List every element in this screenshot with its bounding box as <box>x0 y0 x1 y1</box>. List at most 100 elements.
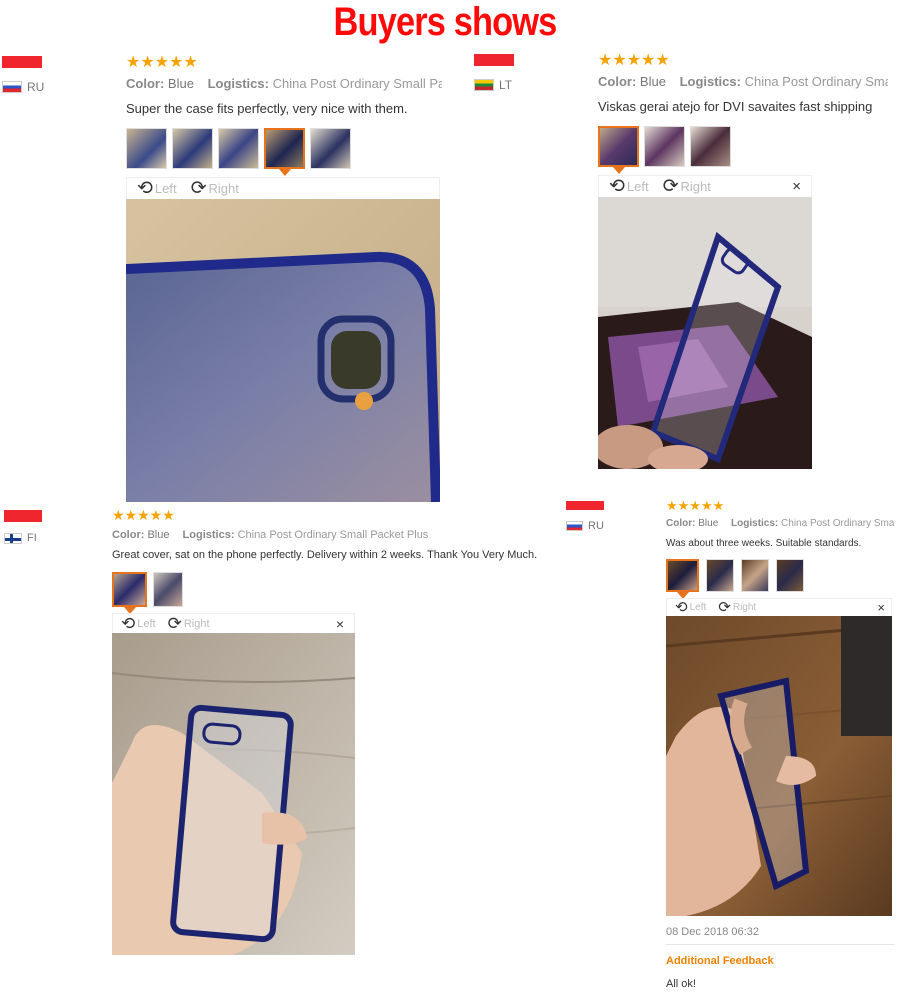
rotate-left-button[interactable]: ⟲ Left <box>137 179 177 198</box>
rotate-right-button[interactable]: ⟳ Right <box>168 615 210 632</box>
phone-case-photo <box>112 633 355 955</box>
rotate-right-icon: ⟳ <box>718 599 731 616</box>
logistics-value: China Post Ordinary Small Packet Plus <box>237 529 429 541</box>
review-text: Great cover, sat on the phone perfectly.… <box>112 549 538 561</box>
photo-thumbnail[interactable] <box>644 126 685 167</box>
close-icon[interactable]: × <box>877 600 885 615</box>
close-icon[interactable]: × <box>336 616 344 632</box>
image-toolbar: ⟲ Left ⟳ Right × <box>666 598 892 616</box>
photo-thumbnail-selected[interactable] <box>598 126 639 174</box>
rotate-right-label: Right <box>208 181 239 196</box>
rotate-right-label: Right <box>183 617 210 630</box>
logistics-label: Logistics: <box>207 76 269 91</box>
rotate-right-button[interactable]: ⟳ Right <box>663 177 711 196</box>
country-code: RU <box>588 520 604 532</box>
color-value: Blue <box>147 529 170 541</box>
photo-thumbnail[interactable] <box>153 572 183 607</box>
country-flag-icon <box>474 79 494 91</box>
logistics-label: Logistics: <box>731 518 779 529</box>
star-rating: ★★★★★ <box>112 507 175 523</box>
country-flag-icon <box>2 81 22 93</box>
logistics-label: Logistics: <box>679 74 741 89</box>
photo-thumbnail[interactable] <box>310 128 351 169</box>
rotate-right-button[interactable]: ⟳ Right <box>718 600 756 615</box>
phone-case-photo <box>598 197 812 469</box>
photo-thumbnail-selected[interactable] <box>666 559 699 599</box>
review-photo <box>598 197 812 469</box>
rotate-left-icon: ⟲ <box>121 614 136 633</box>
rotate-left-label: Left <box>154 181 177 196</box>
phone-case-photo <box>126 199 440 502</box>
review-meta: Color: Blue Logistics: China Post Ordina… <box>666 518 895 529</box>
review-photo <box>666 616 892 916</box>
rotate-right-icon: ⟳ <box>167 614 182 633</box>
review-text: Viskas gerai atejo for DVI savaites fast… <box>598 99 873 114</box>
color-label: Color: <box>126 76 165 91</box>
photo-thumbnail[interactable] <box>218 128 259 169</box>
star-rating: ★★★★★ <box>598 52 670 69</box>
review-meta: Color: Blue Logistics: China Post Ordina… <box>126 76 442 91</box>
image-toolbar: ⟲ Left ⟳ Right × <box>112 613 355 633</box>
logistics-value: China Post Ordinary Small Pa <box>272 76 442 91</box>
photo-thumbnail-selected[interactable] <box>264 128 305 176</box>
page-title: Buyers shows <box>333 0 558 44</box>
color-value: Blue <box>167 76 194 91</box>
divider <box>666 944 894 945</box>
star-rating: ★★★★★ <box>666 498 725 513</box>
review-meta: Color: Blue Logistics: China Post Ordina… <box>598 74 888 89</box>
photo-thumbnails <box>666 559 804 599</box>
color-value: Blue <box>639 74 666 89</box>
rotate-right-button[interactable]: ⟳ Right <box>191 179 239 198</box>
additional-feedback-label: Additional Feedback <box>666 955 774 967</box>
photo-thumbnail-selected[interactable] <box>112 572 147 614</box>
color-label: Color: <box>666 518 696 529</box>
rotate-left-icon: ⟲ <box>137 178 153 199</box>
photo-thumbnail[interactable] <box>776 559 804 592</box>
logistics-label: Logistics: <box>182 529 235 541</box>
rotate-right-icon: ⟳ <box>662 176 679 197</box>
rotate-left-label: Left <box>689 602 707 613</box>
image-toolbar: ⟲ Left ⟳ Right × <box>598 175 812 197</box>
review-photo <box>126 199 440 502</box>
buyer-country: RU <box>2 80 44 94</box>
phone-case-photo <box>666 616 892 916</box>
rotate-left-icon: ⟲ <box>609 176 625 197</box>
rotate-right-icon: ⟳ <box>190 178 207 199</box>
photo-thumbnail[interactable] <box>126 128 167 169</box>
color-label: Color: <box>598 74 637 89</box>
photo-thumbnail[interactable] <box>690 126 731 167</box>
country-flag-icon <box>566 521 583 531</box>
image-toolbar: ⟲ Left ⟳ Right <box>126 177 440 199</box>
flag-bar <box>4 510 42 522</box>
logistics-value: China Post Ordinary Sma <box>781 518 895 529</box>
photo-thumbnail[interactable] <box>741 559 769 592</box>
flag-bar <box>566 501 604 510</box>
rotate-right-label: Right <box>680 179 711 194</box>
country-code: LT <box>499 78 513 92</box>
rotate-left-button[interactable]: ⟲ Left <box>609 177 649 196</box>
country-code: FI <box>27 532 37 544</box>
rotate-left-button[interactable]: ⟲ Left <box>675 600 706 615</box>
logistics-value: China Post Ordinary Sma <box>744 74 888 89</box>
rotate-left-button[interactable]: ⟲ Left <box>121 615 156 632</box>
close-icon[interactable]: × <box>792 178 801 195</box>
photo-thumbnail[interactable] <box>172 128 213 169</box>
rotate-left-label: Left <box>626 179 649 194</box>
additional-feedback-text: All ok! <box>666 978 696 990</box>
rotate-left-label: Left <box>137 617 156 630</box>
country-code: RU <box>27 80 45 94</box>
color-value: Blue <box>698 518 719 529</box>
review-photo <box>112 633 355 955</box>
rotate-left-icon: ⟲ <box>675 599 688 616</box>
country-flag-icon <box>4 532 22 544</box>
photo-thumbnail[interactable] <box>706 559 734 592</box>
flag-bar <box>474 54 514 66</box>
photo-thumbnails <box>112 572 183 614</box>
star-rating: ★★★★★ <box>126 54 198 71</box>
review-date: 08 Dec 2018 06:32 <box>666 926 759 938</box>
flag-bar <box>2 56 42 68</box>
photo-thumbnails <box>126 128 351 176</box>
review-text: Super the case fits perfectly, very nice… <box>126 101 408 116</box>
buyer-country: RU <box>566 520 604 532</box>
color-label: Color: <box>112 529 145 541</box>
